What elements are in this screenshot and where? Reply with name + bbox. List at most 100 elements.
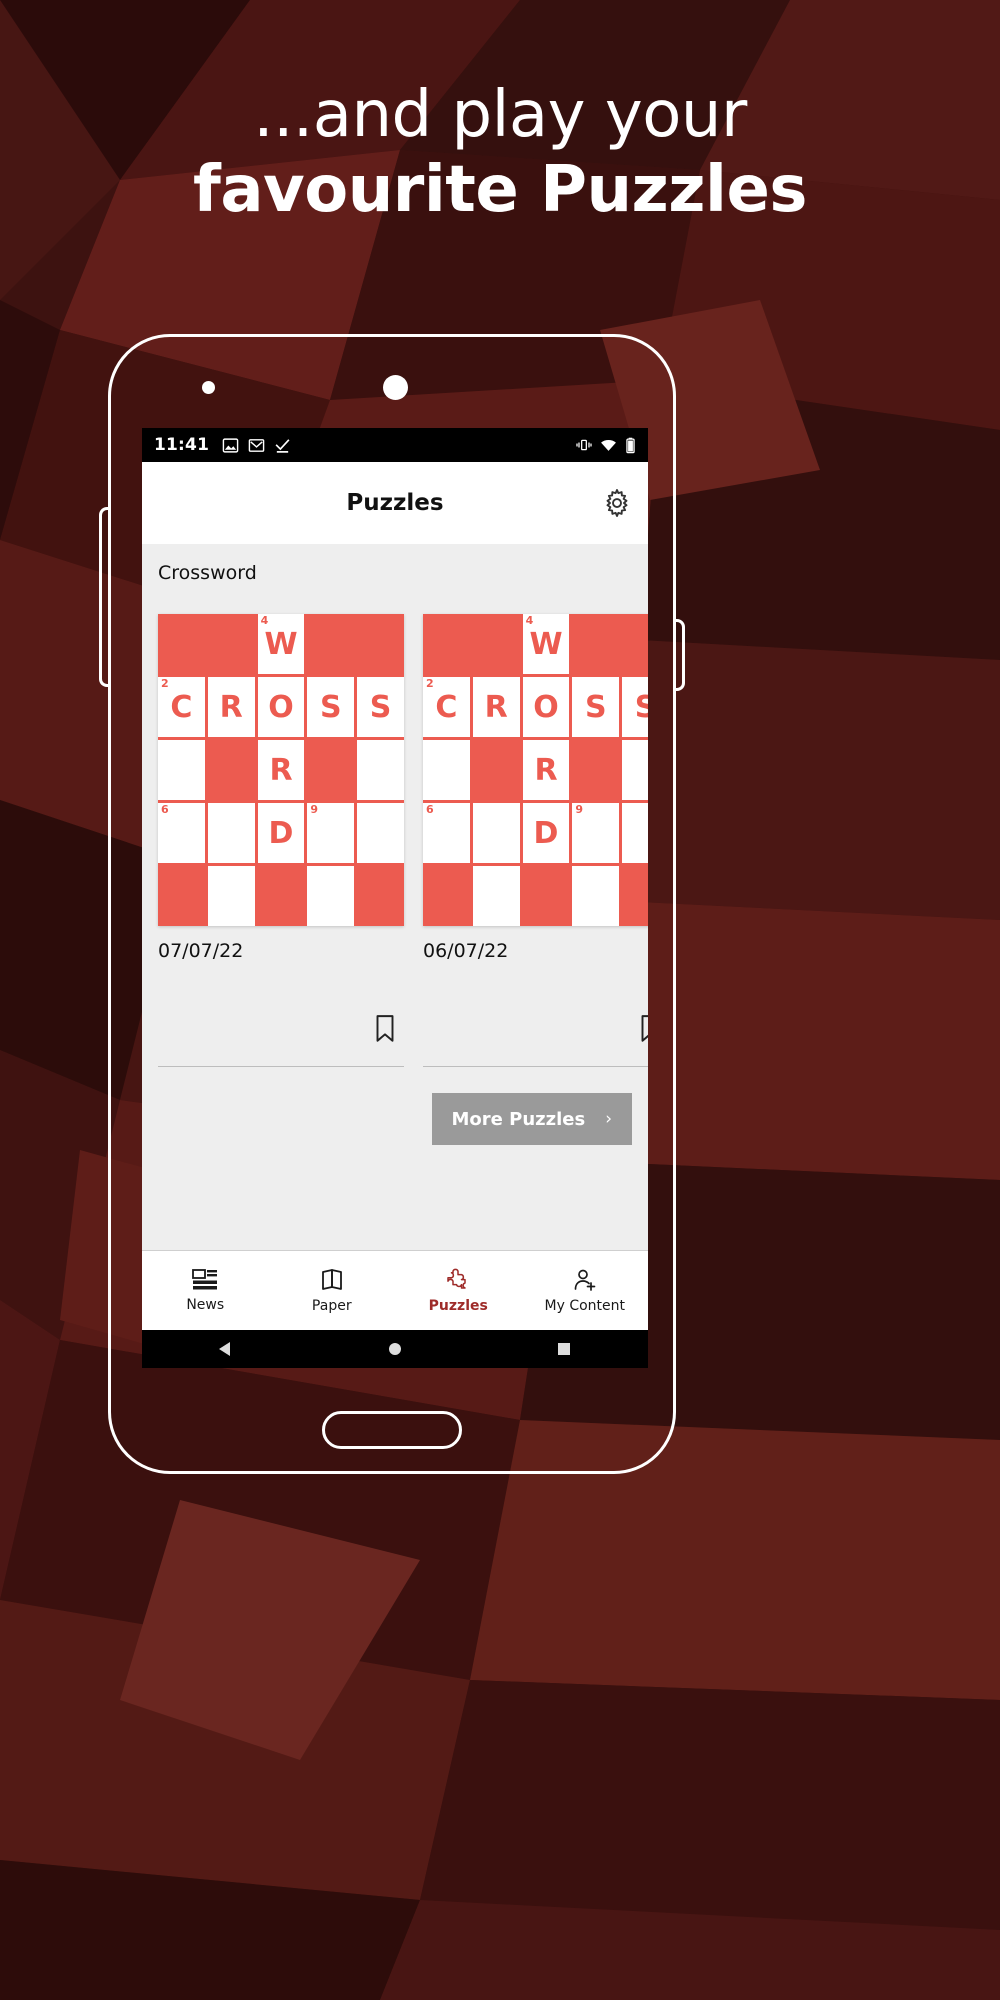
more-puzzles-label: More Puzzles (451, 1108, 586, 1130)
crossword-cell (158, 866, 205, 926)
cell-letter: S (584, 689, 607, 725)
crossword-cell (357, 740, 404, 800)
crossword-cell (622, 803, 648, 863)
phone-mockup: 11:41 Puzzles Crossword 4 W 2 C R O S S … (99, 334, 685, 1474)
crossword-cell (207, 866, 255, 926)
cell-letter: O (533, 689, 559, 725)
crossword-cell (472, 740, 520, 800)
nav-item-news[interactable]: News (142, 1251, 269, 1330)
cell-number: 4 (260, 614, 269, 627)
card-actions (423, 1014, 648, 1044)
promo-stage: ...and play your favourite Puzzles 11:41 (0, 0, 1000, 2000)
crossword-cell (357, 803, 404, 863)
crossword-cell: S (572, 677, 620, 737)
circle-home-icon[interactable] (386, 1340, 404, 1358)
phone-volume-button (99, 507, 111, 687)
cell-letter: D (533, 815, 559, 851)
crossword-cell: 9 (307, 803, 355, 863)
newspaper-fold-icon (321, 1268, 342, 1290)
crossword-cell (572, 866, 620, 926)
puzzle-card[interactable]: 4W 2C R O S S R (158, 614, 404, 1067)
cell-letter: R (269, 752, 293, 788)
puzzles-content: Crossword 4W 2C R O S S R 6 D 9 07/07/22… (142, 544, 648, 1250)
page-title: Puzzles (346, 490, 444, 516)
crossword-cell: S (622, 677, 648, 737)
status-time: 11:41 (154, 435, 210, 455)
crossword-cell (307, 866, 355, 926)
cell-number: 4 (525, 614, 534, 627)
crossword-cell (158, 614, 205, 674)
cell-number: 9 (575, 803, 584, 816)
crossword-cell (423, 866, 470, 926)
image-icon (222, 437, 239, 453)
crossword-cell: 6 (158, 803, 205, 863)
puzzle-card[interactable]: 4W 2C R O S S R (423, 614, 648, 1067)
crossword-cell (472, 803, 520, 863)
crossword-cell (158, 740, 205, 800)
nav-item-paper[interactable]: Paper (269, 1251, 396, 1330)
bookmark-icon[interactable] (372, 1014, 398, 1044)
crossword-cell (207, 803, 255, 863)
puzzle-cards-row: 4W 2C R O S S R 6 D 9 07/07/22 4 W 2 C R… (142, 614, 648, 1067)
crossword-cell: R (257, 740, 305, 800)
bottom-navigation: News Paper Puzzles My Content (142, 1250, 648, 1330)
nav-item-puzzles[interactable]: Puzzles (395, 1251, 522, 1330)
vibrate-icon (576, 439, 592, 451)
cell-letter: S (634, 689, 648, 725)
crossword-cell: O (522, 677, 570, 737)
triangle-back-icon[interactable] (217, 1340, 235, 1358)
card-divider (423, 1066, 648, 1067)
crossword-cell (622, 614, 648, 674)
crossword-cell: S (307, 677, 355, 737)
crossword-grid: 4W 2C R O S S R 6 D 9 (423, 614, 648, 926)
cell-number: 2 (161, 677, 169, 690)
phone-home-pill (322, 1411, 462, 1449)
promo-headline: ...and play your favourite Puzzles (0, 82, 1000, 223)
checkmark-icon (275, 438, 290, 453)
headline-line-2: favourite Puzzles (193, 152, 807, 227)
more-puzzles-button[interactable]: More Puzzles › (431, 1093, 632, 1145)
android-navigation-bar (142, 1330, 648, 1368)
puzzle-date: 07/07/22 (158, 940, 244, 962)
crossword-cell: 6 (423, 803, 470, 863)
crossword-cell (572, 614, 620, 674)
crossword-cell: 2C (423, 677, 470, 737)
nav-label: My Content (544, 1297, 626, 1314)
cell-number: 6 (161, 803, 169, 816)
crossword-cell (423, 740, 470, 800)
crossword-cell (472, 614, 520, 674)
app-bar: Puzzles (142, 462, 648, 544)
crossword-cell (207, 740, 255, 800)
cell-number: 2 (426, 677, 434, 690)
crossword-grid: 4W 2C R O S S R 6 D 9 (158, 614, 404, 926)
crossword-cell (622, 866, 648, 926)
cell-number: 6 (426, 803, 434, 816)
person-add-icon (574, 1269, 596, 1291)
crossword-cell (207, 614, 255, 674)
crossword-cell (522, 866, 570, 926)
crossword-thumbnail[interactable]: 4W 2C R O S S R 6 D 9 (423, 614, 648, 926)
crossword-cell: R (472, 677, 520, 737)
crossword-cell: 4W (257, 614, 305, 674)
section-title-crossword: Crossword (158, 562, 257, 584)
nav-label: Puzzles (428, 1297, 488, 1314)
crossword-cell: R (207, 677, 255, 737)
cell-letter: W (529, 626, 563, 662)
crossword-cell: R (522, 740, 570, 800)
crossword-cell (307, 740, 355, 800)
crossword-cell (472, 866, 520, 926)
gear-icon[interactable] (602, 488, 632, 518)
phone-sensor-dot (202, 381, 215, 394)
crossword-cell: 9 (572, 803, 620, 863)
battery-icon (626, 437, 635, 453)
bookmark-icon[interactable] (637, 1014, 648, 1044)
nav-item-my-content[interactable]: My Content (522, 1251, 649, 1330)
card-actions (158, 1014, 404, 1044)
square-recents-icon[interactable] (555, 1340, 573, 1358)
crossword-thumbnail[interactable]: 4W 2C R O S S R 6 D 9 (158, 614, 404, 926)
crossword-cell (357, 866, 404, 926)
nav-label: Paper (311, 1297, 352, 1314)
cell-letter: O (268, 689, 294, 725)
crossword-cell: 2C (158, 677, 205, 737)
cell-letter: R (484, 689, 508, 725)
